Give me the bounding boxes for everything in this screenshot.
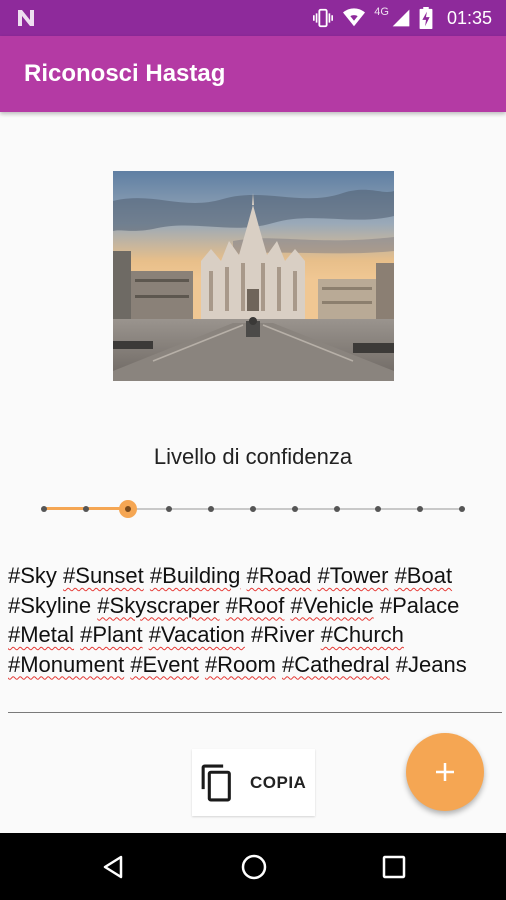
- slider-tick: [291, 506, 298, 512]
- slider-tick: [250, 506, 256, 512]
- cathedral-photo: [113, 171, 394, 381]
- hashtag: #Cathedral: [281, 651, 390, 677]
- hashtag: #Monument: [8, 651, 125, 677]
- add-fab-button[interactable]: [406, 733, 484, 811]
- copy-label: COPIA: [250, 772, 307, 792]
- confidence-slider[interactable]: [41, 496, 465, 522]
- slider-tick: [333, 506, 340, 512]
- status-time: 01:35: [446, 7, 492, 28]
- battery-charging-icon: [419, 7, 433, 29]
- home-icon: [241, 854, 267, 880]
- hashtag: #Vehicle: [290, 592, 374, 618]
- slider-tick: [208, 506, 215, 512]
- confidence-label: Livello di confidenza: [153, 444, 353, 469]
- hashtag: #Roof: [225, 592, 285, 618]
- recents-icon: [382, 855, 406, 879]
- hashtag: #Boat: [394, 563, 453, 588]
- nav-home-button[interactable]: [239, 852, 269, 882]
- signal-icon: [392, 9, 410, 27]
- hashtag: #Event: [130, 651, 199, 677]
- n-notification-icon: [18, 10, 34, 26]
- vibrate-icon: [313, 8, 334, 28]
- hashtag: #Skyscraper: [97, 592, 220, 618]
- copy-icon: [201, 764, 231, 801]
- nav-back-button[interactable]: [99, 852, 129, 882]
- slider-tick: [459, 506, 465, 512]
- slider-tick: [166, 506, 173, 512]
- hashtag: #Church: [320, 622, 404, 647]
- hashtag: #Sky: [8, 563, 57, 588]
- hashtag: #Road: [246, 563, 312, 588]
- status-icons: 4G 01:35: [312, 0, 492, 36]
- slider-thumb[interactable]: [118, 500, 137, 518]
- hashtag: #Jeans: [395, 651, 467, 677]
- photo-cathedral-image: [113, 171, 394, 381]
- slider-tick: [41, 506, 47, 512]
- hashtag: #Vacation: [148, 622, 245, 647]
- wifi-icon: [343, 8, 366, 27]
- app-title: Riconosci Hastag: [24, 60, 226, 87]
- back-icon: [103, 855, 123, 879]
- copy-button[interactable]: COPIA: [192, 749, 315, 816]
- hashtag: #Plant: [80, 622, 143, 647]
- navigation-bar: [0, 833, 506, 900]
- hashtag: #River: [251, 622, 315, 647]
- slider-tick: [417, 506, 424, 512]
- hashtag: #Skyline: [8, 592, 92, 618]
- hashtag: #Metal: [8, 622, 75, 647]
- hashtag: #Building: [149, 563, 241, 588]
- slider-tick: [375, 506, 382, 512]
- hashtag: #Tower: [317, 563, 389, 588]
- hashtags-text[interactable]: #Sky #Sunset #Building #Road #Tower #Boa…: [8, 561, 502, 679]
- slider-tick: [82, 506, 89, 512]
- plus-icon: [436, 763, 454, 781]
- hashtags-field[interactable]: #Sky #Sunset #Building #Road #Tower #Boa…: [8, 561, 502, 713]
- hashtag: #Sunset: [63, 563, 144, 588]
- hashtag: #Palace: [379, 592, 460, 618]
- hashtag: #Room: [204, 651, 276, 677]
- nav-recents-button[interactable]: [379, 852, 409, 882]
- app-bar: Riconosci Hastag: [0, 36, 506, 112]
- network-type: 4G: [374, 6, 389, 18]
- status-bar: 4G 01:35: [0, 0, 506, 36]
